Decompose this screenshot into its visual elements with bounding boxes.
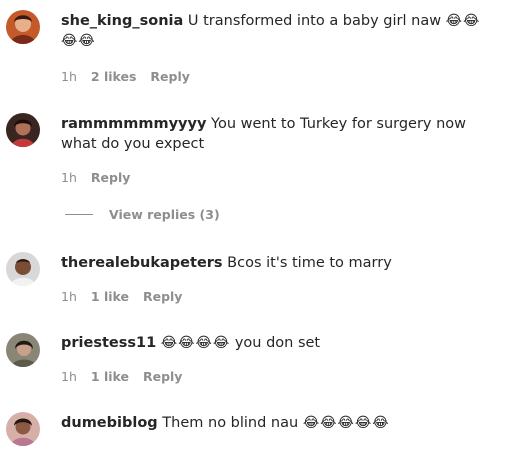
comment-text: therealebukapeters Bcos it's time to mar… [61, 253, 495, 273]
comment-username[interactable]: priestess11 [61, 335, 156, 351]
avatar[interactable] [6, 412, 40, 446]
comment-body: you don set [230, 335, 321, 351]
comment-text: priestess11 😂😂😂😂 you don set [61, 333, 495, 353]
like-count[interactable]: 1 like [91, 289, 129, 304]
avatar[interactable] [6, 113, 40, 147]
avatar[interactable] [6, 10, 40, 44]
comment-time: 1h [61, 69, 77, 84]
comment-text: rammmmmmyyyy You went to Turkey for surg… [61, 114, 495, 154]
comment-body: Bcos it's time to marry [222, 255, 392, 271]
comment-username[interactable]: she_king_sonia [61, 13, 183, 29]
comment-time: 1h [61, 170, 77, 185]
like-count[interactable]: 2 likes [91, 69, 137, 84]
comment-time: 1h [61, 369, 77, 384]
comment-meta: 1h 1 like Reply [61, 289, 182, 304]
comment-body: Them no blind nau [157, 415, 303, 431]
comment-time: 1h [61, 289, 77, 304]
like-count[interactable]: 1 like [91, 369, 129, 384]
comment-meta: 1h Reply [61, 170, 130, 185]
comment-meta: 1h 2 likes Reply [61, 69, 190, 84]
reply-button[interactable]: Reply [143, 289, 182, 304]
comment-username[interactable]: rammmmmmyyyy [61, 116, 206, 132]
avatar[interactable] [6, 252, 40, 286]
comment-body: U transformed into a baby girl naw [183, 13, 446, 29]
reply-button[interactable]: Reply [143, 369, 182, 384]
comment-username[interactable]: dumebiblog [61, 415, 158, 431]
comment-meta: 1h 1 like Reply [61, 369, 182, 384]
view-replies-button[interactable]: View replies (3) [65, 207, 220, 222]
emoji: 😂😂😂😂 [160, 335, 231, 351]
view-replies-label[interactable]: View replies (3) [109, 207, 220, 222]
reply-button[interactable]: Reply [150, 69, 189, 84]
comment-username[interactable]: therealebukapeters [61, 255, 223, 271]
comment-text: dumebiblog Them no blind nau 😂😂😂😂😂 [61, 413, 495, 433]
avatar[interactable] [6, 333, 40, 367]
divider-line [65, 214, 93, 215]
emoji: 😂😂😂😂😂 [302, 415, 390, 431]
reply-button[interactable]: Reply [91, 170, 130, 185]
comment-text: she_king_sonia U transformed into a baby… [61, 11, 495, 51]
